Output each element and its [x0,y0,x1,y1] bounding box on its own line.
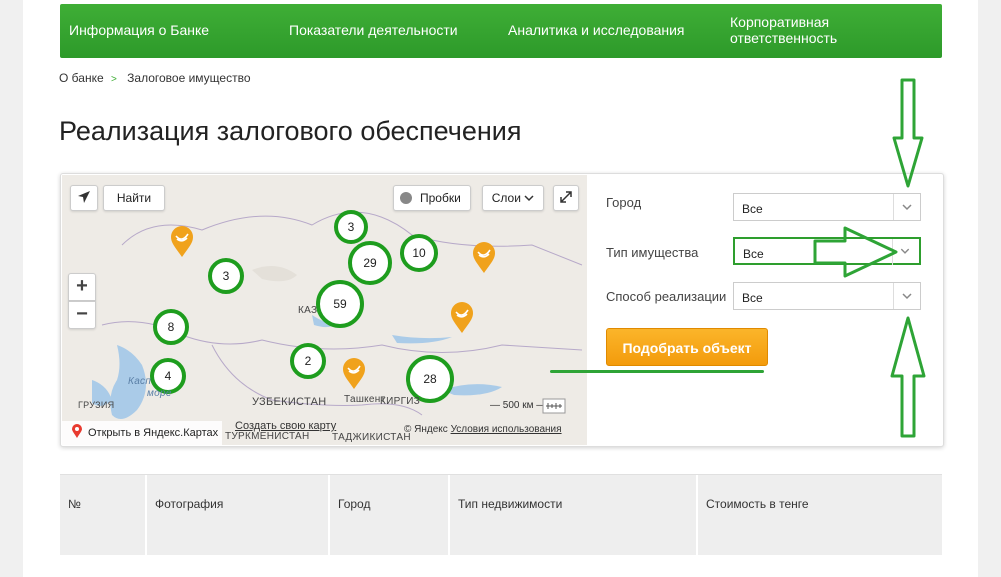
column-header-price: Стоимость в тенге [706,497,809,511]
sberbank-pin-icon[interactable] [170,226,194,258]
traffic-button[interactable]: Пробки [393,185,471,211]
map-label-sea: море [147,388,172,399]
map-cluster[interactable]: 3 [334,210,368,244]
breadcrumb-link-about[interactable]: О банке [59,71,104,85]
map-label-kazakhstan: КАЗ [298,305,318,316]
map-pin-icon [72,424,82,438]
sale-method-select[interactable]: Все [733,282,921,310]
city-label: Город [606,195,642,210]
find-button[interactable]: Найти [103,185,165,211]
zoom-out-button[interactable]: − [68,301,96,329]
map-label-uzbekistan: УЗБЕКИСТАН [252,396,327,408]
zoom-in-button[interactable]: + [68,273,96,301]
filter-panel: Город Все Тип имущества Все Способ реали… [588,174,943,446]
nav-item-performance[interactable]: Показатели деятельности [289,22,458,38]
copyright-text: © Яндекс [404,424,448,435]
sberbank-pin-icon[interactable] [472,242,496,274]
nav-item-corporate-responsibility[interactable]: Корпоративная ответственность [730,14,880,46]
map-cluster[interactable]: 10 [400,234,438,272]
map-label-tajikistan: ТАДЖИКИСТАН [332,432,411,443]
create-map-link[interactable]: Создать свою карту [235,420,336,432]
breadcrumb-current: Залоговое имущество [127,71,251,85]
breadcrumb: О банке > Залоговое имущество [59,71,251,85]
chevron-down-icon [893,283,920,309]
top-navigation: Информация о Банке Показатели деятельнос… [60,4,942,58]
property-type-select-value: Все [743,247,764,261]
terms-link[interactable]: Условия использования [451,424,562,435]
column-header-city: Город [330,475,450,555]
page-title: Реализация залогового обеспечения [59,116,522,146]
map-cluster[interactable]: 3 [208,258,244,294]
ruler-icon[interactable] [542,397,566,415]
property-type-label: Тип имущества [606,245,699,260]
traffic-light-icon [400,192,412,204]
nav-item-bank-info[interactable]: Информация о Банке [69,22,209,38]
sberbank-pin-icon[interactable] [342,358,366,390]
map-copyright: © Яндекс Условия использования [404,424,562,435]
expand-icon [560,191,572,203]
layers-label: Слои [491,191,521,205]
map-filter-card: Найти Пробки Слои + − 3 3 29 10 59 8 2 4… [60,173,944,447]
map-label-turkmenistan: ТУРКМЕНИСТАН [225,431,310,442]
map-cluster[interactable]: 8 [153,309,189,345]
highlight-underline [550,370,764,373]
column-header-photo: Фотография [147,475,330,555]
city-select-value: Все [742,202,763,216]
results-table-header: № Фотография Город Тип недвижимости Стои… [60,474,942,555]
city-select[interactable]: Все [733,193,921,221]
breadcrumb-separator: > [110,74,117,85]
chevron-down-icon [892,239,919,265]
map-label-georgia: ГРУЗИЯ [78,400,115,410]
nav-item-analytics[interactable]: Аналитика и исследования [508,22,685,38]
yandex-map[interactable]: Найти Пробки Слои + − 3 3 29 10 59 8 2 4… [62,175,587,445]
layers-button[interactable]: Слои [482,185,544,211]
location-arrow-icon [78,191,90,203]
map-cluster[interactable]: 2 [290,343,326,379]
open-in-yandex-link[interactable]: Открыть в Яндекс.Картах [62,421,222,445]
sberbank-pin-icon[interactable] [450,302,474,334]
map-cluster[interactable]: 59 [316,280,364,328]
sale-method-label: Способ реализации [606,289,727,304]
find-object-button[interactable]: Подобрать объект [606,328,768,366]
map-cluster[interactable]: 29 [348,241,392,285]
open-in-yandex-label: Открыть в Яндекс.Картах [88,427,219,439]
map-scale-value: 500 км [502,400,534,411]
locate-button[interactable] [70,185,98,211]
traffic-label: Пробки [420,191,461,205]
sale-method-select-value: Все [742,291,763,305]
column-header-number: № [60,475,147,555]
map-scale-bar: — [490,400,503,411]
map-label-caspian: Касп [128,376,152,387]
column-header-property-type: Тип недвижимости [450,475,698,555]
chevron-down-icon [893,194,920,220]
fullscreen-button[interactable] [553,185,579,211]
chevron-down-icon [524,195,534,202]
map-scale: — 500 км —| [490,400,549,411]
property-type-select[interactable]: Все [733,237,921,265]
map-label-kyrgyzstan: КИРГИЗ [380,396,421,407]
